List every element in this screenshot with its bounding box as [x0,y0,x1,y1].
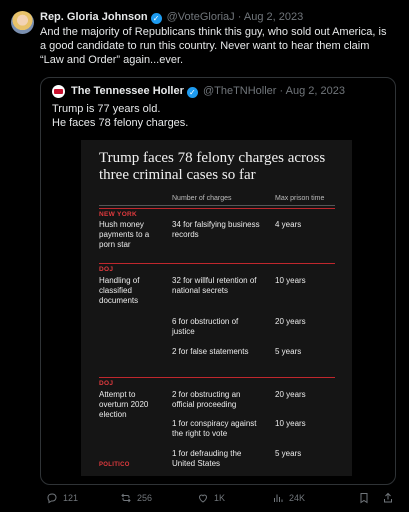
action-bar: 121 256 1K 24K [40,492,400,506]
tweet-header: Rep. Gloria Johnson ✓ @VoteGloriaJ · Aug … [40,11,303,24]
charge-text: 2 for false statements [172,347,249,356]
views-count: 24K [289,493,306,503]
repost-count: 256 [137,493,153,503]
author-name[interactable]: Rep. Gloria Johnson [40,11,148,23]
charge-text: 32 for willful retention of national sec… [172,276,257,295]
repost-button[interactable]: 256 [120,492,152,504]
quoted-author-handle: @TheTNHoller [202,85,277,97]
bookmark-icon [360,493,368,504]
reply-icon [47,493,57,504]
quoted-tweet-date: Aug 2, 2023 [285,85,345,97]
views-icon [274,494,283,502]
quoted-tweet-header: The Tennessee Holler ✓ @TheTNHoller · Aug… [71,85,345,98]
infographic-title: Trump faces 78 felony charges across thr… [99,150,326,183]
section-label: NEW YORK [99,211,138,218]
quoted-author-avatar [52,85,65,98]
column-header-prison: Max prison time [275,195,325,202]
charge-text: 34 for falsifying business records [172,220,260,239]
section-label: DOJ [99,266,114,273]
case-name: Attempt to overturn 2020 election [99,390,149,419]
share-icon [384,492,392,503]
prison-time: 20 years [275,317,306,326]
prison-time: 5 years [275,449,302,458]
prison-time: 10 years [275,276,306,285]
separator-dot: · [237,11,242,23]
author-avatar[interactable] [11,11,34,34]
verified-badge-icon: ✓ [186,87,198,98]
section-label: DOJ [99,380,114,387]
tweet-card[interactable]: Rep. Gloria Johnson ✓ @VoteGloriaJ · Aug … [0,0,409,512]
bookmark-button[interactable] [358,492,370,504]
charge-text: 2 for obstructing an official proceeding [172,390,241,409]
views-button[interactable]: 24K [272,492,305,504]
charge-text: 6 for obstruction of justice [172,317,239,336]
case-name: Hush money payments to a porn star [99,220,150,249]
like-button[interactable]: 1K [197,492,225,504]
section-divider [99,263,335,264]
like-icon [198,494,208,503]
author-handle[interactable]: @VoteGloriaJ [167,11,235,23]
quoted-text-line: Trump is 77 years old. [52,103,161,115]
quoted-text-line: He faces 78 felony charges. [52,117,189,129]
section-divider [99,208,335,209]
reply-count: 121 [63,493,79,503]
reply-button[interactable]: 121 [46,492,78,504]
charge-text: 1 for conspiracy against the right to vo… [172,419,257,438]
column-header-charges: Number of charges [172,195,232,202]
case-name: Handling of classified documents [99,276,140,305]
verified-badge-icon: ✓ [150,13,162,24]
prison-time: 4 years [275,220,302,229]
quoted-tweet[interactable]: The Tennessee Holler ✓ @TheTNHoller · Aug… [40,77,396,485]
share-button[interactable] [382,492,394,504]
like-count: 1K [214,493,226,503]
header-divider [99,205,335,206]
charges-infographic[interactable]: Trump faces 78 felony charges across thr… [81,140,352,476]
prison-time: 20 years [275,390,306,399]
tweet-date[interactable]: Aug 2, 2023 [244,11,303,23]
source-credit: POLITICO [99,462,130,468]
repost-icon [121,493,131,503]
prison-time: 5 years [275,347,302,356]
quoted-tweet-text: Trump is 77 years old. He faces 78 felon… [52,102,188,130]
quoted-author-name: The Tennessee Holler [71,85,184,97]
separator-dot: · [279,85,284,97]
tweet-text: And the majority of Republicans think th… [40,26,387,66]
prison-time: 10 years [275,419,306,428]
charge-text: 1 for defrauding the United States [172,449,242,468]
section-divider [99,377,335,378]
